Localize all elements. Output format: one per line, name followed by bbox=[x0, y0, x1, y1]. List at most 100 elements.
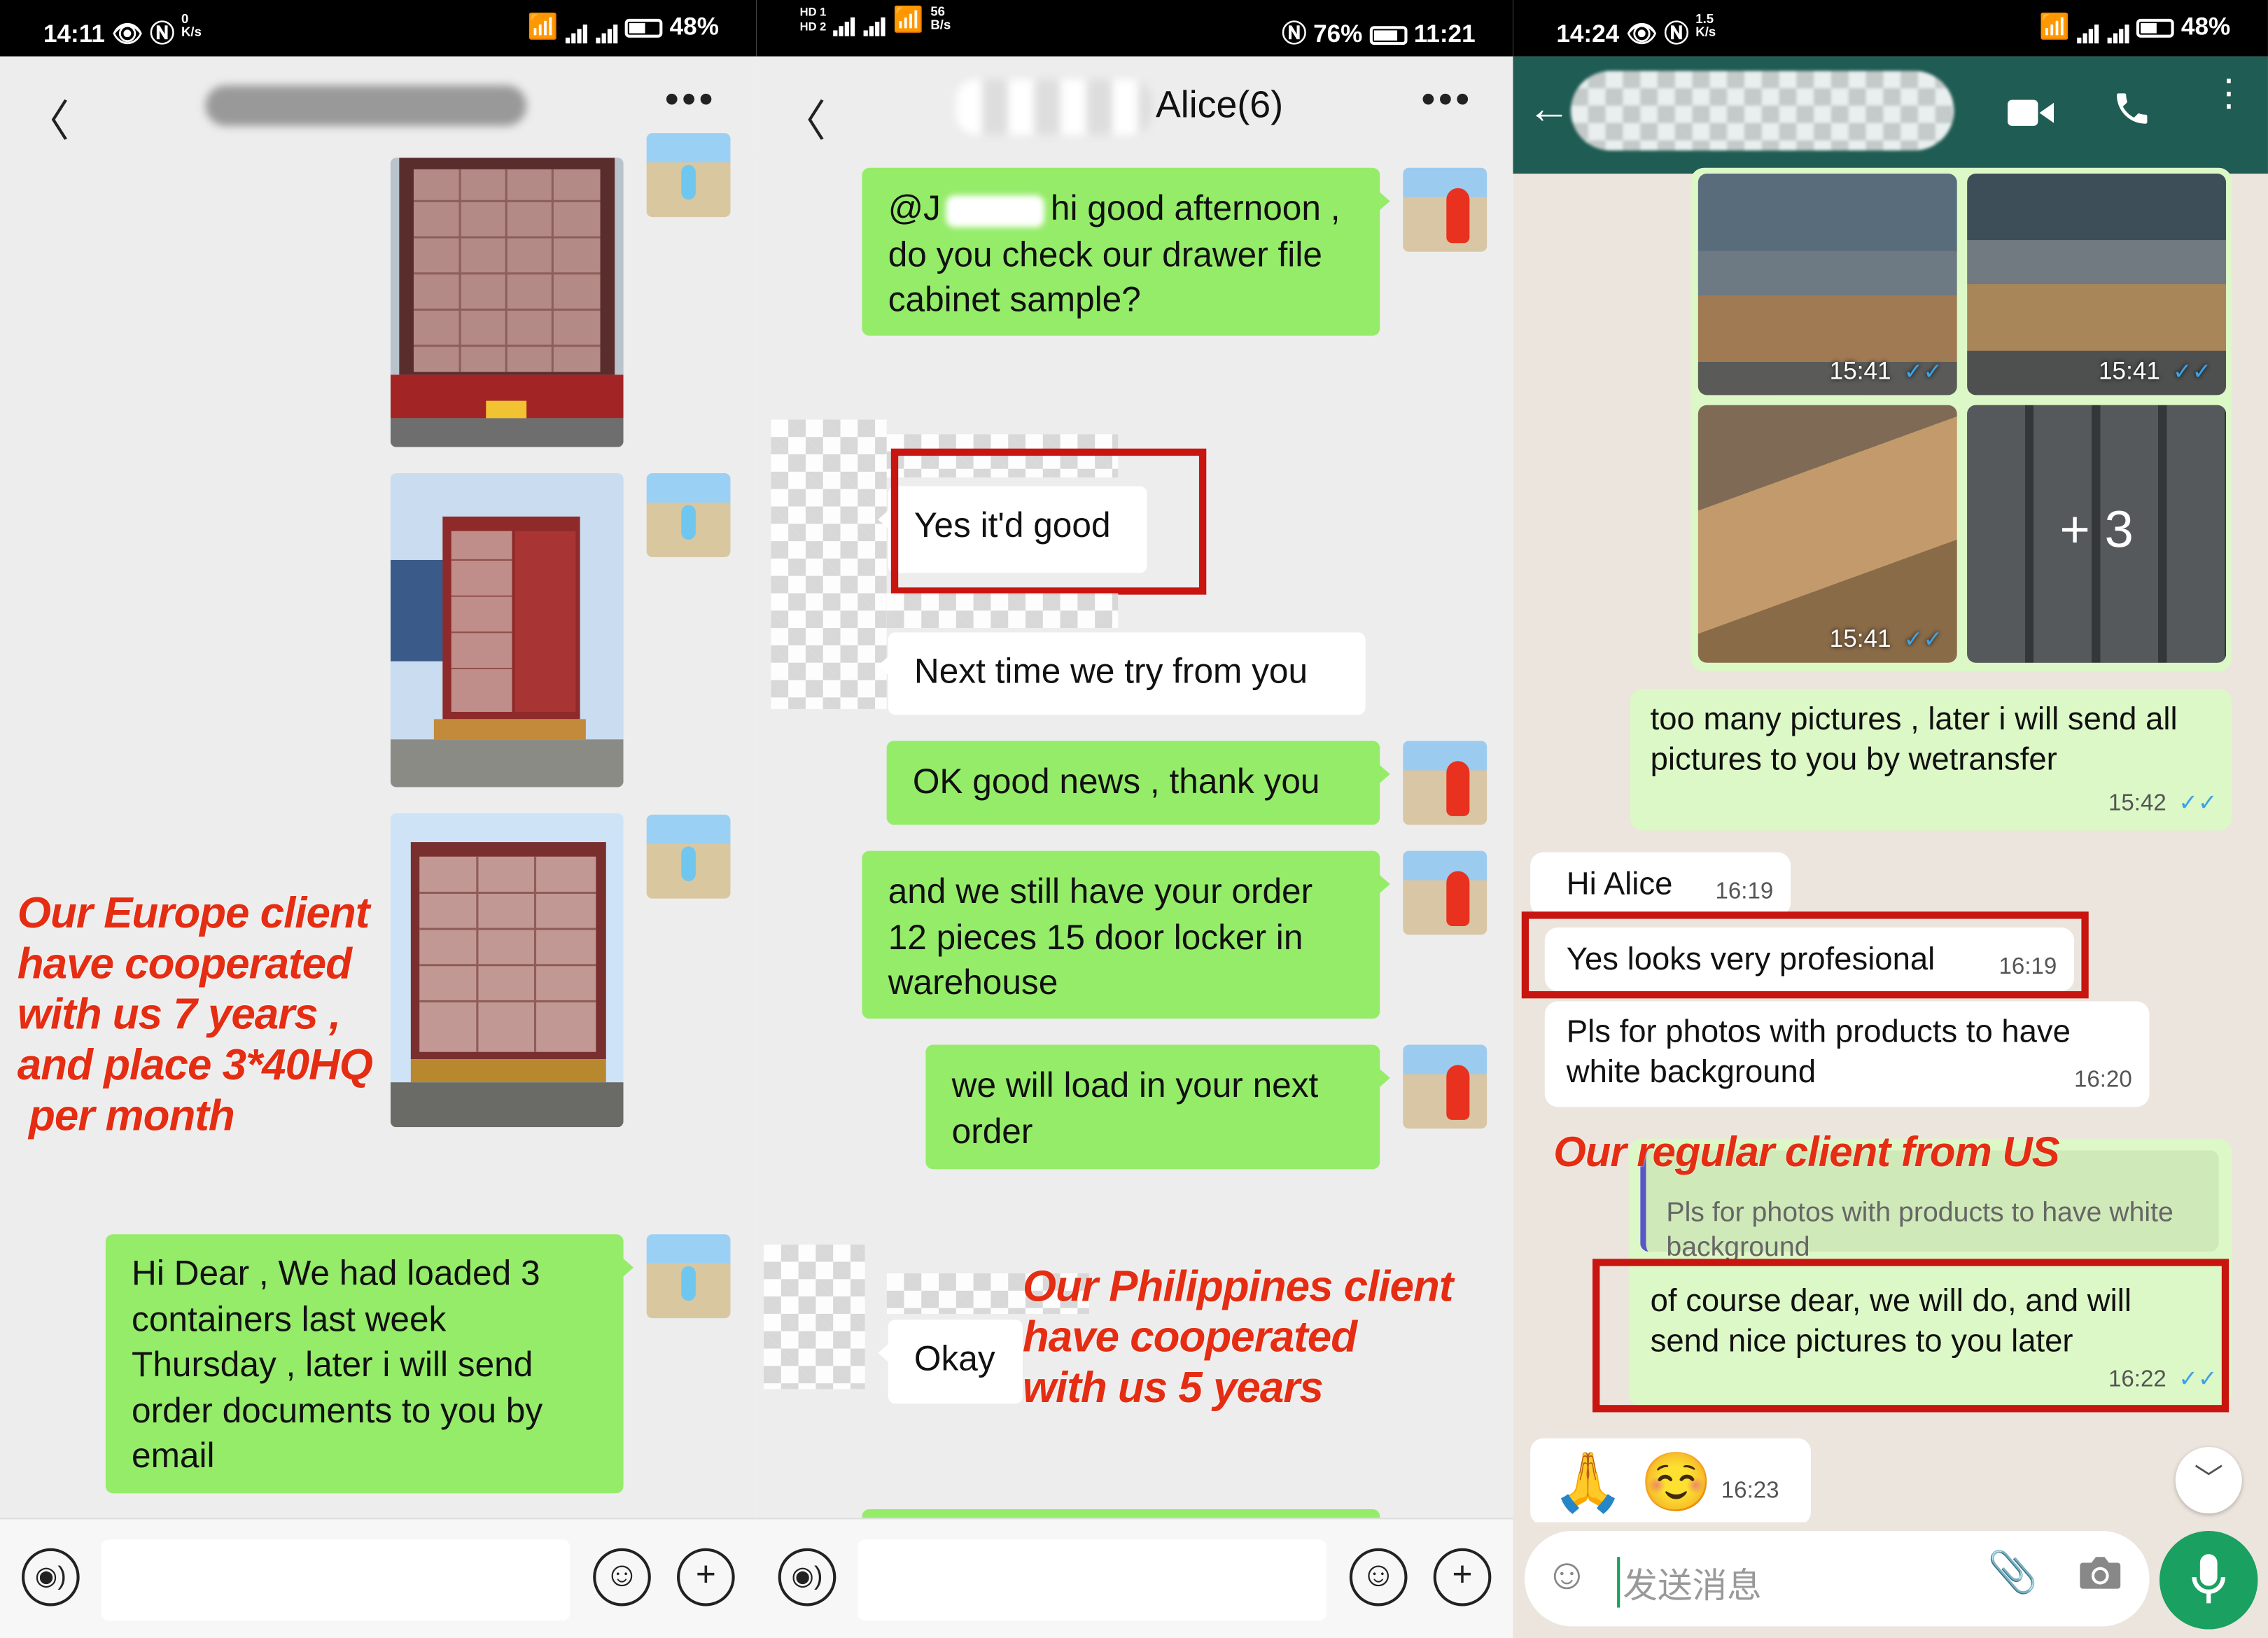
status-time: 14:24 👁 Ⓝ 1.5 K/s bbox=[1556, 11, 1716, 48]
message-time: 15:42 ✓✓ bbox=[2108, 791, 2218, 816]
chat-header: 〈 ••• bbox=[0, 56, 757, 158]
sender-avatar[interactable] bbox=[1403, 741, 1488, 825]
signal-icon-2 bbox=[862, 6, 886, 36]
microphone-icon bbox=[2192, 1554, 2226, 1604]
scroll-down-button[interactable]: ﹀ bbox=[2175, 1447, 2242, 1514]
chevron-down-icon: ﹀ bbox=[2194, 1464, 2223, 1497]
message-input-bar: ◉) ☺ + bbox=[0, 1518, 757, 1638]
phone-call-icon[interactable] bbox=[2112, 88, 2152, 140]
status-bar: 14:24 👁 Ⓝ 1.5 K/s 📶 48% bbox=[1513, 0, 2268, 57]
container-photo-3[interactable] bbox=[390, 813, 624, 1128]
carton-photo[interactable]: 15:41 ✓✓ bbox=[1698, 405, 1957, 663]
sender-avatar[interactable] bbox=[646, 1234, 731, 1319]
video-call-icon[interactable] bbox=[2008, 91, 2054, 140]
message-input[interactable] bbox=[101, 1539, 570, 1621]
voice-input-icon[interactable]: ◉) bbox=[778, 1548, 836, 1606]
network-speed: 1.5 K/s bbox=[1695, 11, 1716, 39]
eye-icon: 👁 bbox=[1625, 20, 1658, 48]
photo-time: 15:41 ✓✓ bbox=[1829, 624, 1943, 653]
message-input-bar: ◉) ☺ + bbox=[756, 1518, 1513, 1638]
nfc-icon: Ⓝ bbox=[150, 20, 175, 48]
outgoing-message[interactable]: Hi Dear , We had loaded 3 containers las… bbox=[105, 1234, 634, 1494]
network-speed: 56 B/s bbox=[930, 4, 951, 32]
emoji-icon[interactable]: ☺ bbox=[1545, 1551, 1589, 1600]
wifi-icon: 📶 bbox=[527, 13, 559, 41]
sender-avatar[interactable] bbox=[646, 133, 731, 218]
highlight-box bbox=[1592, 1259, 2230, 1413]
eye-icon: 👁 bbox=[111, 20, 144, 48]
blurred-group-name bbox=[955, 79, 1152, 135]
status-bar: HD 1 HD 2 📶 56 B/s Ⓝ 76% 11:21 bbox=[756, 0, 1513, 57]
us-client-annotation: Our regular client from US bbox=[1553, 1130, 2059, 1177]
philippines-client-annotation: Our Philippines client have cooperated w… bbox=[1022, 1263, 1454, 1413]
more-options-icon[interactable]: ••• bbox=[1421, 77, 1472, 123]
battery-icon bbox=[1369, 26, 1407, 46]
warehouse-photo-2[interactable]: 15:41 ✓✓ bbox=[1967, 174, 2227, 396]
sender-avatar[interactable] bbox=[1403, 1044, 1488, 1129]
message-time: 16:23 bbox=[1721, 1478, 1779, 1504]
network-speed: 0 K/s bbox=[181, 11, 202, 39]
container-photo-2[interactable] bbox=[390, 472, 624, 788]
sender-avatar[interactable] bbox=[1403, 167, 1488, 252]
container-photo-1[interactable] bbox=[390, 158, 624, 447]
sender-avatar[interactable] bbox=[646, 472, 731, 557]
plus-icon[interactable]: + bbox=[1433, 1548, 1492, 1606]
outgoing-message[interactable]: too many pictures , later i will send al… bbox=[1630, 688, 2232, 831]
back-arrow-icon[interactable]: ← bbox=[1527, 85, 1571, 134]
outgoing-message[interactable]: @J hi good afternoon , do you check our dr… bbox=[862, 167, 1390, 336]
camera-icon[interactable] bbox=[2077, 1554, 2123, 1599]
attach-icon[interactable]: 📎 bbox=[1987, 1548, 2038, 1596]
incoming-message[interactable]: 🙏 ☺️ 16:23 bbox=[1530, 1438, 1812, 1525]
mic-button[interactable] bbox=[2159, 1530, 2258, 1630]
battery-percent: 48% bbox=[669, 13, 719, 41]
sender-avatar[interactable] bbox=[1403, 850, 1488, 935]
message-time: 16:19 bbox=[1715, 879, 1774, 904]
emoji-icon[interactable]: ☺ bbox=[593, 1548, 651, 1606]
wifi-icon: 📶 bbox=[2039, 13, 2070, 41]
back-icon[interactable]: 〈 bbox=[26, 85, 69, 149]
message-input[interactable] bbox=[858, 1539, 1326, 1621]
battery-percent: 48% bbox=[2180, 13, 2231, 41]
hd-indicator: HD 1 HD 2 bbox=[799, 6, 827, 34]
incoming-message[interactable]: Hi Alice 16:19 bbox=[1530, 852, 1791, 916]
incoming-message[interactable]: Next time we try from you bbox=[878, 632, 1366, 715]
outgoing-message[interactable]: we will load in your next order bbox=[925, 1044, 1390, 1170]
plus-icon[interactable]: + bbox=[677, 1548, 735, 1606]
status-time: 14:11 👁 Ⓝ 0 K/s bbox=[43, 11, 202, 48]
blurred-avatar bbox=[764, 1244, 865, 1390]
more-photos-count: + 3 bbox=[2059, 499, 2134, 559]
wifi-icon: 📶 bbox=[892, 6, 924, 34]
signal-icon-2 bbox=[2106, 14, 2130, 43]
status-left: HD 1 HD 2 📶 56 B/s bbox=[799, 4, 951, 36]
outgoing-message[interactable]: OK good news , thank you bbox=[886, 741, 1390, 825]
message-input[interactable]: ☺ 发送消息 📎 bbox=[1524, 1530, 2150, 1627]
nfc-icon: Ⓝ bbox=[1282, 20, 1307, 48]
blurred-contact bbox=[1571, 71, 1954, 150]
incoming-message[interactable]: Okay bbox=[878, 1320, 1023, 1404]
message-composer: ☺ 发送消息 📎 bbox=[1513, 1522, 2268, 1638]
more-photos-tile[interactable]: + 3 bbox=[1967, 405, 2227, 663]
emoji-icon[interactable]: ☺ bbox=[1349, 1548, 1408, 1606]
incoming-message[interactable]: Pls for photos with products to have whi… bbox=[1544, 1001, 2150, 1107]
message-time: 16:20 bbox=[2073, 1068, 2132, 1093]
europe-client-annotation: Our Europe client have cooperated with u… bbox=[17, 890, 373, 1140]
back-icon[interactable]: 〈 bbox=[783, 85, 826, 149]
outgoing-message[interactable]: and we still have your order 12 pieces 1… bbox=[862, 850, 1390, 1019]
status-right: Ⓝ 76% 11:21 bbox=[1282, 13, 1475, 50]
more-options-icon[interactable]: ••• bbox=[665, 77, 716, 123]
photo-time: 15:41 ✓✓ bbox=[2099, 357, 2212, 385]
photo-time: 15:41 ✓✓ bbox=[1829, 357, 1943, 385]
blurred-avatar bbox=[771, 419, 887, 709]
chat-title: Alice(6) bbox=[1155, 82, 1284, 126]
signal-icon bbox=[2076, 14, 2100, 43]
menu-icon[interactable]: ⋮ bbox=[2210, 74, 2248, 111]
whatsapp-chat-panel: 14:24 👁 Ⓝ 1.5 K/s 📶 48% ← ⋮ 15:41 ✓✓ 15:4… bbox=[1513, 0, 2268, 1638]
chat-header: ← ⋮ bbox=[1513, 56, 2268, 174]
warehouse-photo-1[interactable]: 15:41 ✓✓ bbox=[1698, 174, 1957, 396]
sender-avatar[interactable] bbox=[646, 814, 731, 899]
battery-percent: 76% bbox=[1313, 20, 1363, 48]
battery-icon bbox=[2136, 18, 2175, 38]
voice-input-icon[interactable]: ◉) bbox=[21, 1548, 80, 1606]
blurred-mention bbox=[946, 195, 1045, 227]
status-bar: 14:11 👁 Ⓝ 0 K/s 📶 48% bbox=[0, 0, 757, 57]
